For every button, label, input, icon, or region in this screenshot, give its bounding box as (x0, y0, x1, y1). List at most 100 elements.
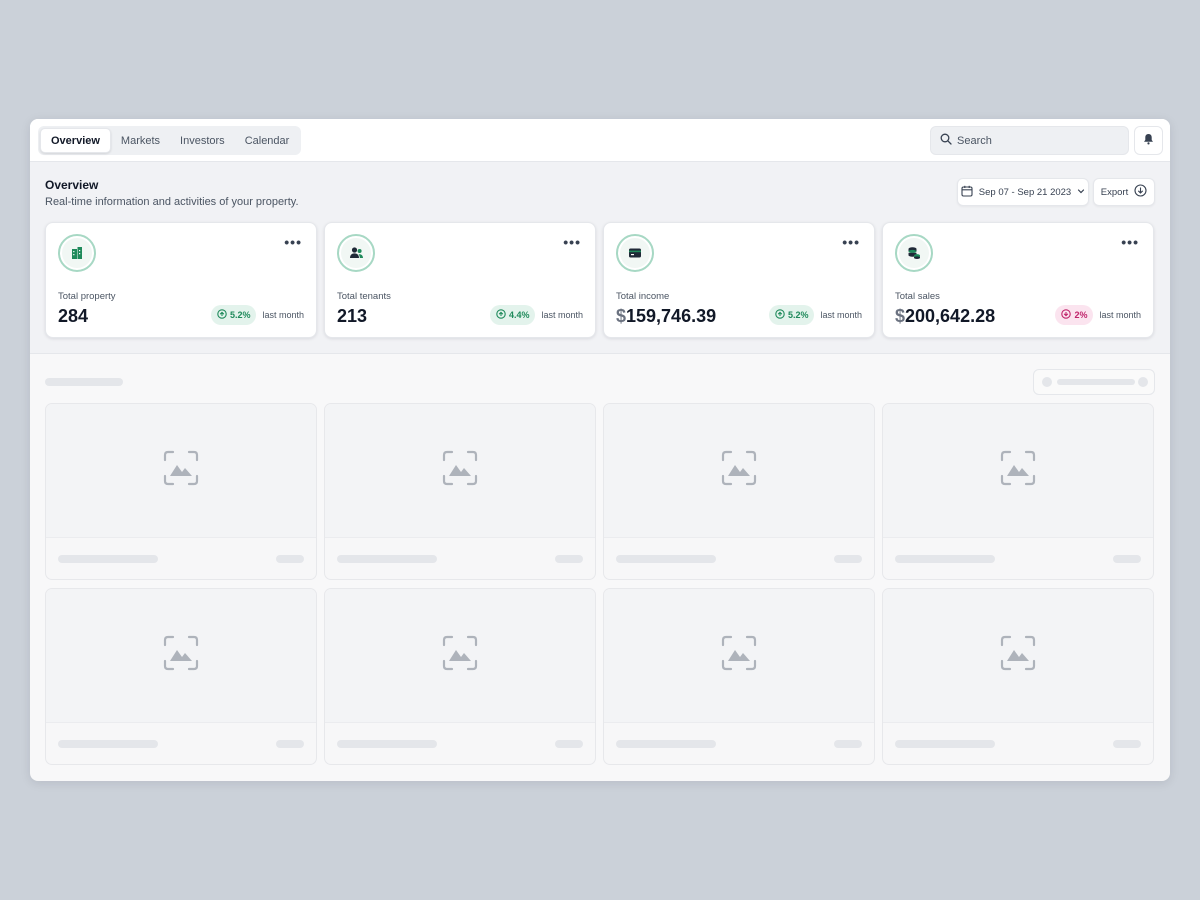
skeleton-line (895, 740, 995, 748)
export-button[interactable]: Export (1093, 178, 1155, 206)
skeleton-line (895, 555, 995, 563)
stat-footer: 5.2% last month (210, 305, 304, 325)
search-icon (940, 132, 952, 150)
skeleton-card (882, 403, 1154, 580)
stat-value: 284 (58, 306, 89, 326)
bell-icon (1143, 132, 1154, 150)
stat-value: 213 (337, 306, 368, 326)
stat-footer: 5.2% last month (768, 305, 862, 325)
arrow-up-circle-icon (496, 309, 506, 321)
stat-label: Total income (616, 291, 670, 302)
image-placeholder (325, 404, 595, 538)
image-placeholder (46, 589, 316, 723)
skeleton-line (616, 740, 716, 748)
image-placeholder-icon (163, 450, 199, 491)
stat-footer: 4.4% last month (489, 305, 583, 325)
skeleton-line (276, 555, 304, 563)
skeleton-line (1113, 740, 1141, 748)
page-title: Overview (45, 178, 99, 192)
notifications-button[interactable] (1134, 126, 1163, 155)
skeleton-line (555, 740, 583, 748)
skeleton-card (45, 403, 317, 580)
more-options-icon[interactable]: ••• (284, 235, 302, 249)
change-badge: 4.4% (489, 305, 536, 325)
image-placeholder-icon (721, 450, 757, 491)
skeleton-line (276, 740, 304, 748)
period-label: last month (541, 310, 583, 320)
credit-card-icon (616, 234, 654, 272)
export-label: Export (1100, 186, 1129, 198)
date-range-label: Sep 07 - Sep 21 2023 (978, 186, 1072, 198)
skeleton-card (603, 588, 875, 765)
image-placeholder (604, 404, 874, 538)
skeleton-line (1057, 379, 1135, 385)
skeleton-dot (1138, 377, 1148, 387)
skeleton-line (58, 555, 158, 563)
page-subtitle: Real-time information and activities of … (45, 196, 299, 208)
stat-card-total-income: ••• Total income $159,746.39 5.2% last m… (603, 222, 875, 338)
image-placeholder (46, 404, 316, 538)
overview-header: Overview Real-time information and activ… (30, 162, 1170, 354)
more-options-icon[interactable]: ••• (1121, 235, 1139, 249)
coins-icon (895, 234, 933, 272)
skeleton-line (555, 555, 583, 563)
image-placeholder (325, 589, 595, 723)
nav-tabs: Overview Markets Investors Calendar (38, 126, 302, 155)
arrow-up-circle-icon (775, 309, 785, 321)
more-options-icon[interactable]: ••• (842, 235, 860, 249)
date-range-picker[interactable]: Sep 07 - Sep 21 2023 (957, 178, 1089, 206)
top-bar: Overview Markets Investors Calendar (30, 119, 1170, 162)
image-placeholder (604, 589, 874, 723)
skeleton-line (616, 555, 716, 563)
skeleton-line (834, 740, 862, 748)
period-label: last month (820, 310, 862, 320)
search-box[interactable] (930, 126, 1129, 155)
tab-calendar[interactable]: Calendar (235, 128, 300, 153)
search-input[interactable] (957, 134, 1107, 147)
change-badge: 5.2% (210, 305, 257, 325)
image-placeholder (883, 404, 1153, 538)
stat-card-total-property: ••• Total property 284 5.2% last month (45, 222, 317, 338)
period-label: last month (262, 310, 304, 320)
skeleton-section-title (45, 378, 123, 386)
skeleton-dot (1042, 377, 1052, 387)
arrow-up-circle-icon (217, 309, 227, 321)
skeleton-line (1113, 555, 1141, 563)
period-label: last month (1099, 310, 1141, 320)
stat-label: Total property (58, 291, 116, 302)
stat-value: $159,746.39 (616, 306, 717, 326)
image-placeholder-icon (721, 635, 757, 676)
skeleton-line (337, 740, 437, 748)
calendar-icon (961, 185, 973, 200)
stat-card-total-sales: ••• Total sales $200,642.28 2% last mont… (882, 222, 1154, 338)
app-window: Overview Markets Investors Calendar Over… (30, 119, 1170, 781)
more-options-icon[interactable]: ••• (563, 235, 581, 249)
tab-overview[interactable]: Overview (40, 128, 111, 153)
chevron-down-icon (1077, 187, 1085, 198)
skeleton-line (337, 555, 437, 563)
image-placeholder-icon (442, 450, 478, 491)
skeleton-filter (1033, 369, 1155, 395)
tab-markets[interactable]: Markets (111, 128, 170, 153)
skeleton-line (58, 740, 158, 748)
stat-label: Total tenants (337, 291, 391, 302)
tab-investors[interactable]: Investors (170, 128, 235, 153)
skeleton-card (882, 588, 1154, 765)
image-placeholder-icon (442, 635, 478, 676)
stat-value: $200,642.28 (895, 306, 996, 326)
image-placeholder (883, 589, 1153, 723)
stat-card-total-tenants: ••• Total tenants 213 4.4% last month (324, 222, 596, 338)
skeleton-card (45, 588, 317, 765)
skeleton-line (834, 555, 862, 563)
skeleton-card (603, 403, 875, 580)
change-badge: 5.2% (768, 305, 815, 325)
users-icon (337, 234, 375, 272)
image-placeholder-icon (1000, 635, 1036, 676)
arrow-down-circle-icon (1061, 309, 1072, 321)
stat-footer: 2% last month (1055, 305, 1141, 325)
image-placeholder-icon (1000, 450, 1036, 491)
change-badge: 2% (1055, 305, 1094, 325)
stat-label: Total sales (895, 291, 940, 302)
skeleton-card (324, 403, 596, 580)
skeleton-card (324, 588, 596, 765)
